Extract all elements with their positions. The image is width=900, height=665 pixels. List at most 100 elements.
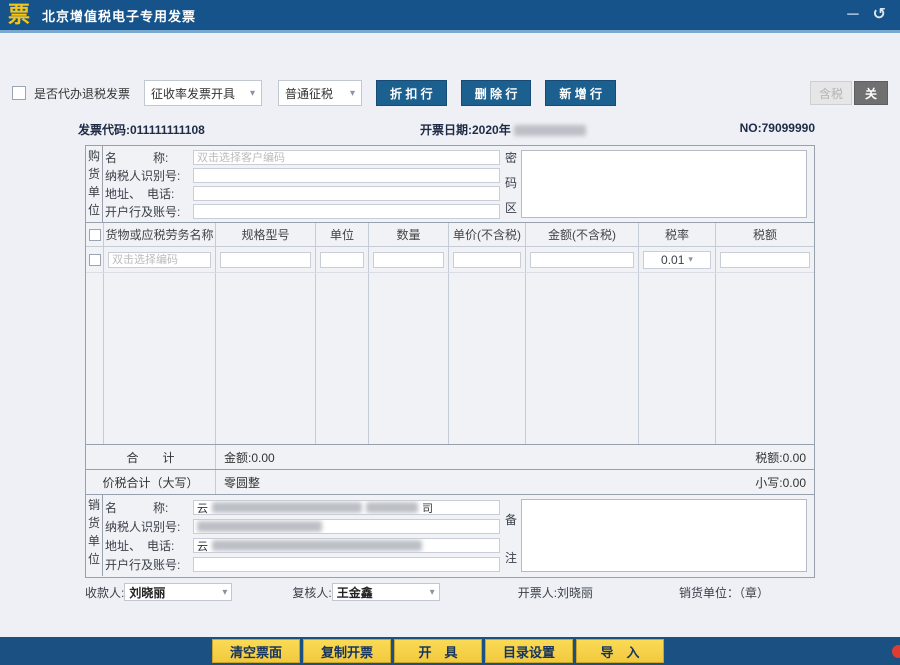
- buyer-bank-input[interactable]: [193, 204, 500, 219]
- seller-bank-label: 开户行及账号:: [105, 556, 193, 573]
- tax-included-toggle[interactable]: 含税: [810, 81, 852, 105]
- issuer-label: 开票人:: [518, 584, 557, 601]
- seller-name-row: 名 称: 云 司: [105, 499, 500, 517]
- invoice-mode-dropdown[interactable]: 征收率发票开具 ▾: [144, 80, 262, 106]
- totals-tax: 税额:0.00: [755, 449, 814, 466]
- amount-in-words-value: 零圆整: [216, 474, 755, 491]
- seller-name-value[interactable]: 云 司: [193, 500, 500, 515]
- reviewer-value: 王金鑫: [337, 584, 373, 601]
- buyer-name-row: 名 称:: [105, 149, 500, 167]
- seller-taxid-redacted: [197, 521, 322, 532]
- remarks-label: 备注: [502, 495, 520, 576]
- item-unit-input[interactable]: [320, 252, 364, 268]
- buyer-name-input[interactable]: [193, 150, 500, 165]
- buyer-taxid-row: 纳税人识别号:: [105, 167, 500, 185]
- seller-section: 销货单位 名 称: 云 司 纳税人识别号:: [86, 494, 814, 576]
- bottom-action-bar: 清空票面 复制开票 开 具 目录设置 导 入: [0, 637, 900, 665]
- issuer-value: 刘晓丽: [557, 584, 593, 601]
- reviewer-dropdown[interactable]: 王金鑫 ▾: [332, 583, 440, 601]
- delete-row-button[interactable]: 删 除 行: [461, 80, 532, 106]
- item-quantity-input[interactable]: [373, 252, 444, 268]
- tax-rate-dropdown[interactable]: 0.01 ▾: [643, 251, 711, 269]
- buyer-bank-row: 开户行及账号:: [105, 202, 500, 220]
- clear-invoice-button[interactable]: 清空票面: [212, 639, 300, 663]
- refund-invoice-label: 是否代办退税发票: [34, 85, 130, 102]
- payee-dropdown[interactable]: 刘晓丽 ▾: [124, 583, 232, 601]
- title-bar: 票 北京增值税电子专用发票 ─ ↺: [0, 0, 900, 30]
- item-amount-input[interactable]: [530, 252, 634, 268]
- minimize-icon[interactable]: ─: [847, 7, 858, 23]
- invoice-date-redacted: [514, 125, 586, 136]
- add-row-button[interactable]: 新 增 行: [545, 80, 616, 106]
- buyer-address-input[interactable]: [193, 186, 500, 201]
- buyer-taxid-label: 纳税人识别号:: [105, 167, 193, 184]
- seller-taxid-label: 纳税人识别号:: [105, 518, 193, 535]
- seller-name-redacted: [366, 502, 418, 513]
- seller-side-label: 销货单位: [86, 495, 103, 576]
- seller-address-row: 地址、 电话: 云: [105, 537, 500, 555]
- discount-row-button[interactable]: 折 扣 行: [376, 80, 447, 106]
- tax-included-off-toggle[interactable]: 关: [854, 81, 888, 105]
- row-checkbox[interactable]: [89, 254, 101, 266]
- seller-address-value[interactable]: 云: [193, 538, 500, 553]
- seller-address-prefix: 云: [197, 538, 208, 553]
- chevron-down-icon: ▾: [688, 254, 693, 265]
- seller-name-prefix: 云: [197, 500, 208, 515]
- totals-label: 合 计: [86, 445, 216, 469]
- buyer-address-row: 地址、 电话:: [105, 185, 500, 203]
- chevron-down-icon: ▾: [430, 587, 435, 598]
- item-unit-price-input[interactable]: [453, 252, 521, 268]
- col-header-tax-rate: 税率: [639, 223, 716, 246]
- buyer-side-label: 购货单位: [86, 146, 103, 222]
- item-row: 0.01 ▾: [86, 247, 814, 273]
- select-all-checkbox[interactable]: [89, 229, 101, 241]
- seller-stamp-label: 销货单位：（章）: [679, 584, 769, 601]
- tax-type-dropdown[interactable]: 普通征税 ▾: [278, 80, 362, 106]
- buyer-bank-label: 开户行及账号:: [105, 203, 193, 220]
- invoice-date-prefix: 开票日期:2020年: [420, 123, 511, 137]
- item-tax-amount-input[interactable]: [720, 252, 810, 268]
- items-table-header: 货物或应税劳务名称 规格型号 单位 数量 单价(不含税) 金额(不含税) 税率 …: [86, 223, 814, 247]
- copy-invoice-button[interactable]: 复制开票: [303, 639, 391, 663]
- invoice-form: 购货单位 名 称: 纳税人识别号: 地址、 电话: 开户行及账号:: [85, 145, 815, 578]
- item-spec-input[interactable]: [220, 252, 311, 268]
- invoice-number: NO:79099990: [740, 121, 815, 135]
- buyer-taxid-input[interactable]: [193, 168, 500, 183]
- password-area-box: [521, 150, 807, 218]
- buyer-name-label: 名 称:: [105, 149, 193, 166]
- row-select-cell: [86, 247, 104, 272]
- seller-name-suffix: 司: [422, 500, 433, 515]
- seller-address-redacted: [212, 540, 422, 551]
- payee-label: 收款人:: [85, 584, 124, 601]
- col-header-quantity: 数量: [369, 223, 449, 246]
- issue-invoice-button[interactable]: 开 具: [394, 639, 482, 663]
- footer-info-row: 收款人: 刘晓丽 ▾ 复核人: 王金鑫 ▾ 开票人: 刘晓丽 销货单位：（章）: [85, 582, 815, 602]
- window-title: 北京增值税电子专用发票: [42, 6, 196, 25]
- item-name-input[interactable]: [108, 252, 211, 268]
- back-icon[interactable]: ↺: [873, 7, 886, 23]
- seller-bank-input[interactable]: [193, 557, 500, 572]
- buyer-address-label: 地址、 电话:: [105, 185, 193, 202]
- seller-bank-row: 开户行及账号:: [105, 556, 500, 574]
- titlebar-accent-line: [0, 30, 900, 33]
- payee-value: 刘晓丽: [129, 584, 165, 601]
- remarks-box[interactable]: [521, 499, 807, 572]
- directory-settings-button[interactable]: 目录设置: [485, 639, 573, 663]
- invoice-date: 开票日期:2020年: [420, 121, 586, 138]
- amount-in-words-label: 价税合计（大写）: [86, 470, 216, 494]
- seller-taxid-value[interactable]: [193, 519, 500, 534]
- col-header-unit-price: 单价(不含税): [449, 223, 526, 246]
- app-logo-icon: 票: [8, 1, 30, 29]
- chevron-down-icon: ▾: [344, 88, 355, 99]
- toolbar: 是否代办退税发票 征收率发票开具 ▾ 普通征税 ▾ 折 扣 行 删 除 行 新 …: [12, 78, 888, 108]
- import-button[interactable]: 导 入: [576, 639, 664, 663]
- red-dot-indicator: [892, 645, 900, 658]
- invoice-code: 发票代码:011111111108: [78, 121, 205, 138]
- refund-invoice-checkbox[interactable]: [12, 86, 26, 100]
- amount-in-figures: 小写:0.00: [755, 474, 814, 491]
- totals-row: 合 计 金额:0.00 税额:0.00: [86, 444, 814, 469]
- col-header-spec: 规格型号: [216, 223, 316, 246]
- select-all-cell: [86, 223, 104, 246]
- invoice-app-window: 票 北京增值税电子专用发票 ─ ↺ 是否代办退税发票 征收率发票开具 ▾ 普通征…: [0, 0, 900, 665]
- invoice-mode-value: 征收率发票开具: [151, 85, 235, 102]
